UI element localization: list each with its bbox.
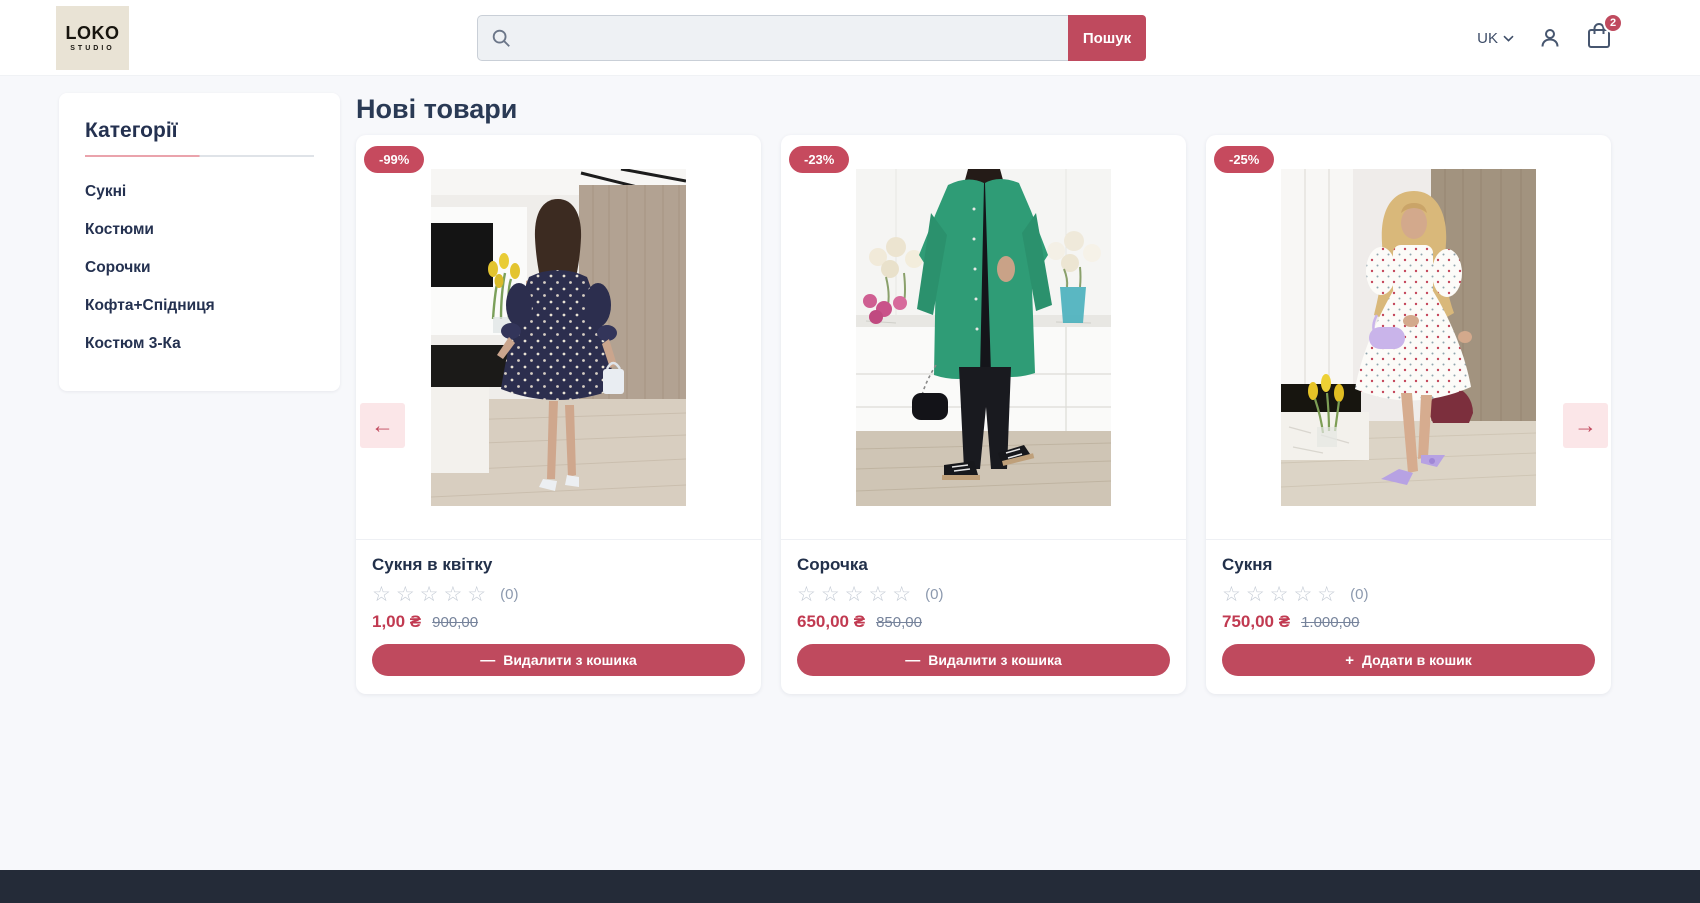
old-price: 1.000,00 [1301,614,1359,631]
product-card: -23% [781,135,1186,694]
sidebar-item-shirts[interactable]: Сорочки [85,249,314,287]
current-price: 1,00 ₴ [372,612,421,632]
sidebar-item-top-skirt[interactable]: Кофта+Спідниця [85,287,314,325]
minus-icon: — [905,653,920,668]
product-image-navy-dress [431,169,686,506]
remove-from-cart-button[interactable]: — Видалити з кошика [372,644,745,676]
store-logo[interactable]: LOKO STUDIO [56,6,129,70]
price-row: 1,00 ₴ 900,00 [372,612,745,632]
title-underline [85,155,314,157]
discount-badge: -23% [789,146,849,173]
plus-icon: + [1345,653,1354,668]
rating-count: (0) [1350,586,1368,603]
logo-subtext: STUDIO [70,45,114,52]
product-rating: ☆☆☆☆☆ (0) [797,584,1170,605]
carousel-next-button[interactable]: → [1563,403,1608,448]
product-image-area[interactable] [1206,135,1611,540]
cart-button-label: Видалити з кошика [928,652,1062,668]
add-to-cart-button[interactable]: + Додати в кошик [1222,644,1595,676]
products-carousel: ← → -99% [356,135,1612,694]
logo-text: LOKO [66,24,120,42]
sidebar-item-dresses[interactable]: Сукні [85,173,314,211]
search-input[interactable] [477,15,1068,61]
star-rating-icons: ☆☆☆☆☆ [797,584,916,605]
star-rating-icons: ☆☆☆☆☆ [1222,584,1341,605]
product-info: Сукня ☆☆☆☆☆ (0) 750,00 ₴ 1.000,00 + Дода… [1206,540,1611,694]
arrow-left-icon: ← [371,412,394,439]
product-info: Сорочка ☆☆☆☆☆ (0) 650,00 ₴ 850,00 — Вида… [781,540,1186,694]
arrow-right-icon: → [1574,412,1597,439]
product-title[interactable]: Сукня в квітку [372,555,745,575]
product-title[interactable]: Сукня [1222,555,1595,575]
language-selector[interactable]: UK [1477,30,1514,47]
account-button[interactable] [1538,26,1562,50]
sidebar-item-suits[interactable]: Костюми [85,211,314,249]
product-rating: ☆☆☆☆☆ (0) [1222,584,1595,605]
page-title: Нові товари [356,94,1612,125]
price-row: 650,00 ₴ 850,00 [797,612,1170,632]
product-image-area[interactable] [781,135,1186,540]
header: LOKO STUDIO Пошук UK [0,0,1700,76]
product-image-white-dress [1281,169,1536,506]
footer [0,870,1700,903]
cart-button[interactable]: 2 [1586,22,1612,55]
carousel-prev-button[interactable]: ← [360,403,405,448]
search-button[interactable]: Пошук [1068,15,1146,61]
old-price: 900,00 [432,614,478,631]
cart-button-label: Видалити з кошика [503,652,637,668]
product-card: -99% [356,135,761,694]
product-info: Сукня в квітку ☆☆☆☆☆ (0) 1,00 ₴ 900,00 —… [356,540,761,694]
main-content: Нові товари ← → -99% [356,94,1612,694]
rating-count: (0) [925,586,943,603]
categories-panel: Категорії Сукні Костюми Сорочки Кофта+Сп… [59,93,340,391]
sidebar-item-suit-3piece[interactable]: Костюм 3-Ка [85,325,314,363]
price-row: 750,00 ₴ 1.000,00 [1222,612,1595,632]
product-image-green-shirt [856,169,1111,506]
search-bar: Пошук [477,15,1146,61]
chevron-down-icon [1503,35,1514,42]
discount-badge: -99% [364,146,424,173]
product-image-area[interactable] [356,135,761,540]
product-rating: ☆☆☆☆☆ (0) [372,584,745,605]
product-title[interactable]: Сорочка [797,555,1170,575]
current-price: 750,00 ₴ [1222,612,1290,632]
old-price: 850,00 [876,614,922,631]
cart-count-badge: 2 [1603,13,1623,33]
current-price: 650,00 ₴ [797,612,865,632]
rating-count: (0) [500,586,518,603]
product-card: -25% [1206,135,1611,694]
minus-icon: — [480,653,495,668]
language-label: UK [1477,30,1498,47]
remove-from-cart-button[interactable]: — Видалити з кошика [797,644,1170,676]
user-icon [1538,26,1562,50]
cart-button-label: Додати в кошик [1362,652,1472,668]
categories-title: Категорії [85,119,314,143]
header-actions: UK 2 [1477,0,1612,76]
discount-badge: -25% [1214,146,1274,173]
star-rating-icons: ☆☆☆☆☆ [372,584,491,605]
